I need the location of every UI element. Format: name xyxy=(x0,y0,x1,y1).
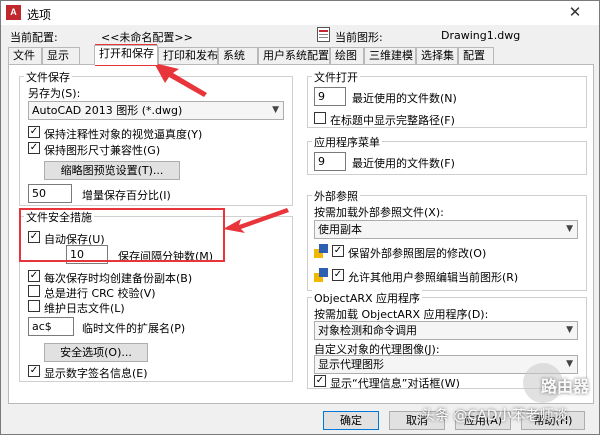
tab-system[interactable]: 系统 xyxy=(218,47,258,64)
backup-copy-checkbox[interactable]: ✓ xyxy=(28,270,40,282)
proxy-images-value: 显示代理图形 xyxy=(318,358,384,371)
xref-demand-load-label: 按需加载外部参照文件(X): xyxy=(314,206,444,219)
file-save-title: 文件保存 xyxy=(24,69,72,85)
arx-demand-load-value: 对象检测和命令调用 xyxy=(318,324,417,337)
full-path-checkbox[interactable] xyxy=(314,112,326,124)
current-profile-label: 当前配置: xyxy=(10,31,58,44)
save-as-select[interactable]: AutoCAD 2013 图形 (*.dwg) ▼ xyxy=(28,101,284,120)
tab-strip: 文件 显示 打开和保存 打印和发布 系统 用户系统配置 绘图 三维建模 选择集 … xyxy=(8,45,594,65)
digital-signature-checkbox[interactable]: ✓ xyxy=(28,365,40,377)
autosave-annotation-arrow xyxy=(223,208,289,233)
retain-layer-changes-checkbox[interactable]: ✓ xyxy=(332,245,344,257)
app-menu-recent-input[interactable]: 9 xyxy=(314,152,346,171)
app-menu-recent-label: 最近使用的文件数(F) xyxy=(352,157,455,170)
recent-files-label: 最近使用的文件数(N) xyxy=(352,92,457,105)
recent-files-input[interactable]: 9 xyxy=(314,87,346,106)
chevron-down-icon: ▼ xyxy=(566,359,573,369)
proxy-dialog-checkbox[interactable]: ✓ xyxy=(314,375,326,387)
xref-layer-icon xyxy=(314,244,328,258)
autosave-highlight-box xyxy=(19,208,225,262)
maintain-drawing-size-label: 保持图形尺寸兼容性(G) xyxy=(44,144,161,157)
xref-title: 外部参照 xyxy=(312,188,360,204)
file-open-group: 文件打开 9 最近使用的文件数(N) 在标题中显示完整路径(F) xyxy=(307,69,587,128)
current-profile-value: <<未命名配置>> xyxy=(101,31,193,44)
tab-drafting[interactable]: 绘图 xyxy=(330,47,364,64)
tab-user-preferences[interactable]: 用户系统配置 xyxy=(258,47,330,64)
file-open-title: 文件打开 xyxy=(312,69,360,85)
close-icon: ✕ xyxy=(568,3,582,21)
xref-demand-load-value: 使用副本 xyxy=(318,223,362,236)
chevron-down-icon: ▼ xyxy=(566,224,573,234)
title-bar: A 选项 ✕ xyxy=(1,1,599,25)
app-menu-title: 应用程序菜单 xyxy=(312,134,382,150)
current-drawing-value: Drawing1.dwg xyxy=(441,29,521,42)
incremental-save-label: 增量保存百分比(I) xyxy=(82,189,171,202)
temp-extension-input[interactable]: ac$ xyxy=(28,317,74,336)
arx-demand-load-select[interactable]: 对象检测和命令调用 ▼ xyxy=(314,321,578,340)
autocad-app-icon: A xyxy=(6,5,21,20)
security-options-button[interactable]: 安全选项(O)... xyxy=(44,343,148,362)
tab-profiles[interactable]: 配置 xyxy=(458,47,494,64)
crc-check-label: 总是进行 CRC 校验(V) xyxy=(44,287,156,300)
digital-signature-label: 显示数字签名信息(E) xyxy=(44,367,148,380)
options-dialog: A 选项 ✕ 当前配置: <<未命名配置>> 当前图形: Drawing1.dw… xyxy=(0,0,600,435)
tab-open-and-save[interactable]: 打开和保存 xyxy=(94,45,158,65)
tab-annotation-arrow xyxy=(154,63,207,97)
watermark-text: 头条 @CAD小苯老师谈 xyxy=(421,408,568,424)
chevron-down-icon: ▼ xyxy=(272,105,279,115)
thumbnail-settings-button[interactable]: 缩略图预览设置(T)... xyxy=(44,161,180,180)
save-as-label: 另存为(S): xyxy=(28,87,81,100)
xref-edit-icon xyxy=(314,268,328,282)
crc-check-checkbox[interactable] xyxy=(28,285,40,297)
tab-3d-modeling[interactable]: 三维建模 xyxy=(364,47,416,64)
tab-selection[interactable]: 选择集 xyxy=(416,47,458,64)
drawing-icon xyxy=(317,27,330,42)
xref-group: 外部参照 按需加载外部参照文件(X): 使用副本 ▼ ✓ 保留外部参照图层的修改… xyxy=(307,188,587,291)
xref-demand-load-select[interactable]: 使用副本 ▼ xyxy=(314,220,578,239)
objectarx-title: ObjectARX 应用程序 xyxy=(312,290,423,306)
current-drawing-label: 当前图形: xyxy=(335,31,383,44)
allow-edit-label: 允许其他用户参照编辑当前图形(R) xyxy=(348,271,519,284)
backup-copy-label: 每次保存时均创建备份副本(B) xyxy=(44,272,193,285)
tab-display[interactable]: 显示 xyxy=(42,47,80,64)
tab-files[interactable]: 文件 xyxy=(8,47,42,64)
retain-layer-changes-label: 保留外部参照图层的修改(O) xyxy=(348,247,487,260)
allow-edit-checkbox[interactable]: ✓ xyxy=(332,269,344,281)
window-title: 选项 xyxy=(27,8,52,22)
proxy-dialog-label: 显示“代理信息”对话框(W) xyxy=(330,377,460,390)
save-as-value: AutoCAD 2013 图形 (*.dwg) xyxy=(32,104,183,117)
chevron-down-icon: ▼ xyxy=(566,325,573,335)
log-file-checkbox[interactable] xyxy=(28,300,40,312)
app-menu-group: 应用程序菜单 9 最近使用的文件数(F) xyxy=(307,134,587,175)
maintain-drawing-size-checkbox[interactable]: ✓ xyxy=(28,142,40,154)
arx-demand-load-label: 按需加载 ObjectARX 应用程序(D): xyxy=(314,308,489,321)
full-path-label: 在标题中显示完整路径(F) xyxy=(330,114,455,127)
ok-button[interactable]: 确定 xyxy=(323,411,379,430)
maintain-visual-fidelity-label: 保持注释性对象的视觉逼真度(Y) xyxy=(44,128,203,141)
incremental-save-input[interactable]: 50 xyxy=(28,184,72,203)
log-file-label: 维护日志文件(L) xyxy=(44,302,125,315)
temp-extension-label: 临时文件的扩展名(P) xyxy=(82,322,186,335)
close-button[interactable]: ✕ xyxy=(555,1,595,25)
maintain-visual-fidelity-checkbox[interactable]: ✓ xyxy=(28,126,40,138)
watermark-logo-text: 路由器 xyxy=(540,377,589,396)
